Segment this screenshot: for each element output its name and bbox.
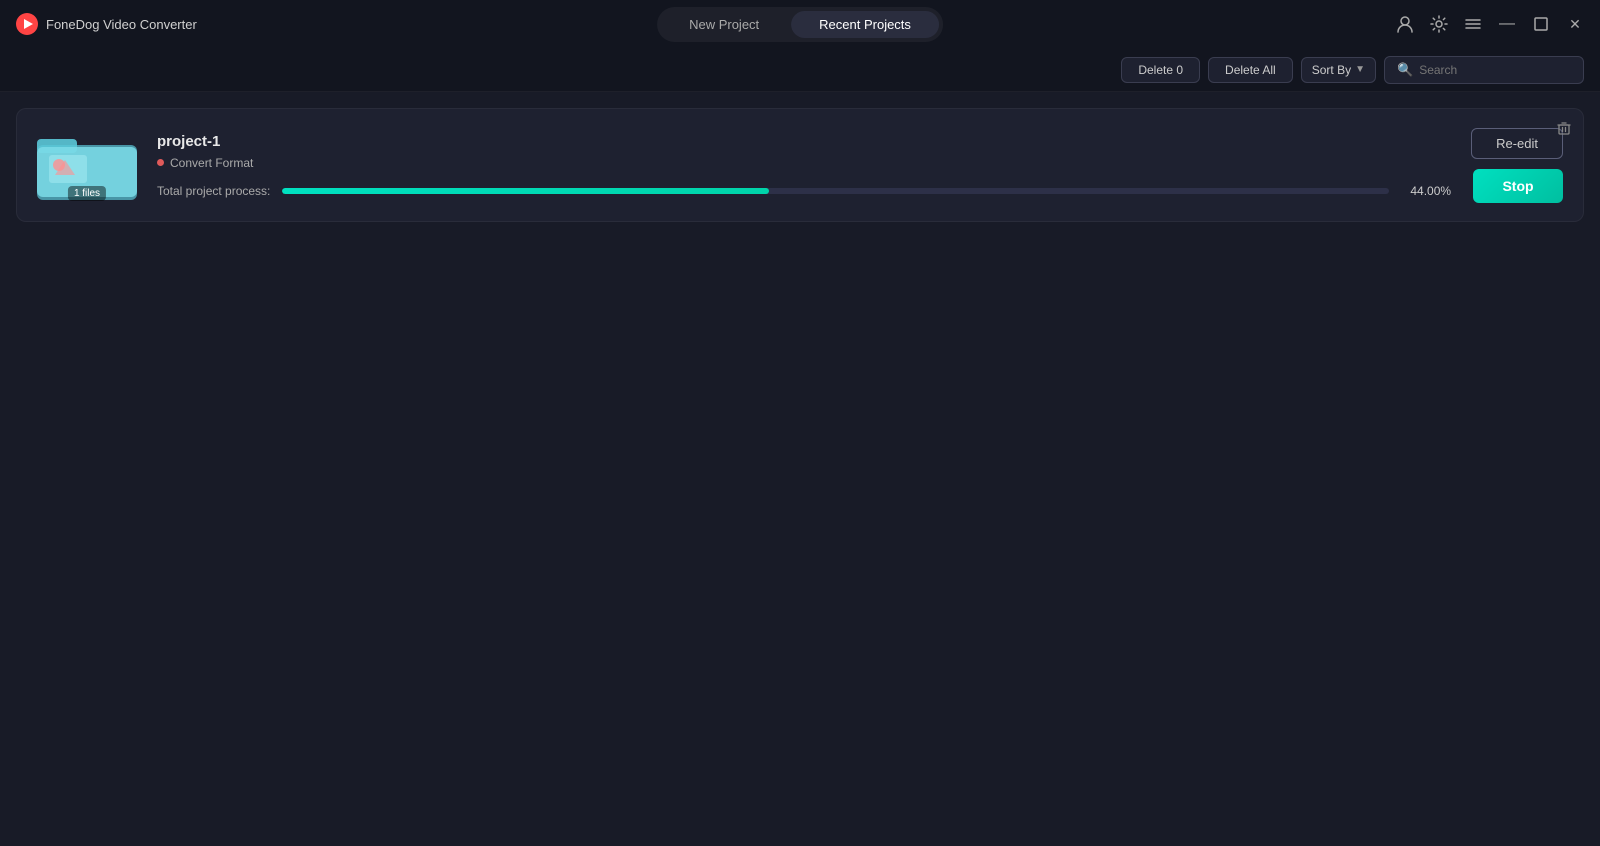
project-type: Convert Format — [157, 156, 1451, 170]
settings-icon[interactable] — [1430, 15, 1448, 33]
chevron-down-icon: ▼ — [1355, 64, 1365, 75]
close-button[interactable]: ✕ — [1566, 15, 1584, 33]
progress-label: Total project process: — [157, 184, 270, 198]
app-title: FoneDog Video Converter — [46, 17, 197, 32]
project-name: project-1 — [157, 133, 1451, 150]
project-info: project-1 Convert Format Total project p… — [157, 133, 1451, 198]
user-icon[interactable] — [1396, 15, 1414, 33]
window-controls: — ✕ — [1396, 15, 1584, 33]
minimize-button[interactable]: — — [1498, 15, 1516, 33]
reedit-button[interactable]: Re-edit — [1471, 128, 1563, 159]
tab-group: New Project Recent Projects — [657, 7, 943, 42]
folder-thumbnail: 1 files — [37, 125, 137, 205]
delete-button[interactable]: Delete 0 — [1121, 57, 1200, 83]
restore-button[interactable] — [1532, 15, 1550, 33]
progress-row: Total project process: 44.00% — [157, 184, 1451, 198]
app-logo: FoneDog Video Converter — [16, 13, 197, 35]
progress-bar-track — [282, 188, 1389, 194]
type-dot — [157, 159, 164, 166]
search-input[interactable] — [1419, 63, 1569, 77]
delete-card-button[interactable] — [1557, 121, 1571, 138]
progress-bar-fill — [282, 188, 769, 194]
content-area: 1 files project-1 Convert Format Total p… — [0, 92, 1600, 846]
project-actions: Re-edit Stop — [1471, 128, 1563, 203]
project-type-label: Convert Format — [170, 156, 253, 170]
tab-new-project[interactable]: New Project — [661, 11, 787, 38]
toolbar: Delete 0 Delete All Sort By ▼ 🔍 — [0, 48, 1600, 92]
stop-button[interactable]: Stop — [1473, 169, 1563, 203]
tab-recent-projects[interactable]: Recent Projects — [791, 11, 939, 38]
progress-percent: 44.00% — [1401, 184, 1451, 198]
sort-by-dropdown[interactable]: Sort By ▼ — [1301, 57, 1376, 83]
delete-all-button[interactable]: Delete All — [1208, 57, 1293, 83]
title-bar: FoneDog Video Converter New Project Rece… — [0, 0, 1600, 48]
search-box[interactable]: 🔍 — [1384, 56, 1584, 84]
file-count-badge: 1 files — [68, 186, 106, 201]
search-icon: 🔍 — [1397, 62, 1413, 78]
menu-icon[interactable] — [1464, 15, 1482, 33]
app-logo-icon — [16, 13, 38, 35]
sort-by-label: Sort By — [1312, 63, 1351, 77]
project-card: 1 files project-1 Convert Format Total p… — [16, 108, 1584, 222]
